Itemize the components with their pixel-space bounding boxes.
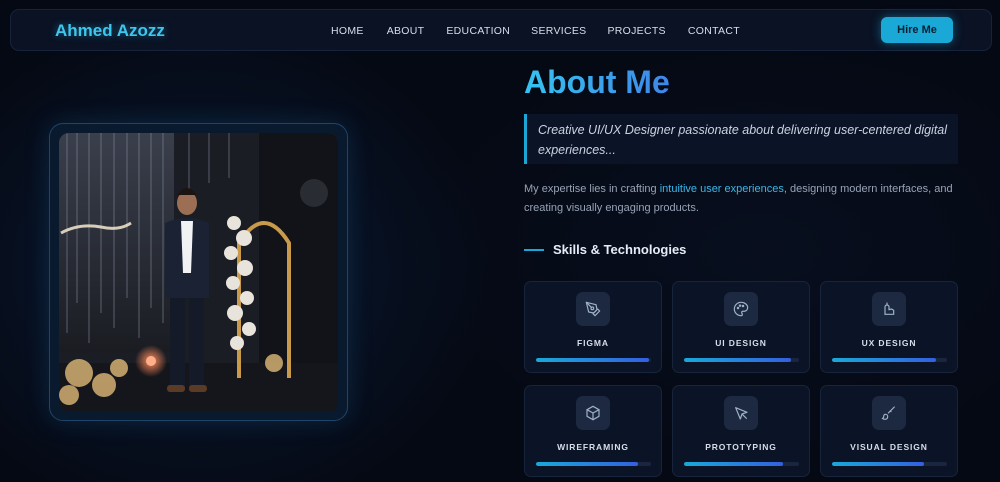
about-quote: Creative UI/UX Designer passionate about…: [524, 114, 958, 164]
skill-bar-fill: [832, 462, 924, 466]
skill-bar-fill: [684, 462, 783, 466]
hire-me-button[interactable]: Hire Me: [881, 17, 953, 43]
navbar: Ahmed Azozz HOME ABOUT EDUCATION SERVICE…: [10, 9, 992, 51]
cursor-pointer-icon: [724, 396, 758, 430]
skill-bar-track: [684, 358, 799, 362]
brush-icon: [872, 396, 906, 430]
palette-icon: [724, 292, 758, 326]
skill-label: UX DESIGN: [861, 338, 917, 348]
brand-logo[interactable]: Ahmed Azozz: [55, 21, 165, 41]
skill-bar-track: [536, 358, 651, 362]
skill-label: VISUAL DESIGN: [850, 442, 928, 452]
skills-heading: Skills & Technologies: [524, 242, 686, 257]
about-description-highlight: intuitive user experiences: [659, 183, 784, 195]
skills-heading-line: [524, 248, 544, 251]
user-experience-icon: [872, 292, 906, 326]
skills-heading-title: Skills & Technologies: [553, 242, 687, 257]
skill-bar-fill: [684, 358, 791, 362]
skill-label: WIREFRAMING: [557, 442, 629, 452]
skill-bar-track: [832, 358, 947, 362]
about-title: About Me: [524, 64, 670, 100]
skill-card-visual-design[interactable]: VISUAL DESIGN: [820, 385, 958, 477]
skill-label: UI DESIGN: [715, 338, 767, 348]
profile-photo: [59, 133, 338, 412]
skill-label: PROTOTYPING: [705, 442, 777, 452]
skill-bar-track: [536, 462, 651, 466]
skill-card-prototyping[interactable]: PROTOTYPING: [672, 385, 810, 477]
pen-tool-icon: [576, 292, 610, 326]
nav-education[interactable]: EDUCATION: [446, 25, 510, 37]
skill-card-wireframing[interactable]: WIREFRAMING: [524, 385, 662, 477]
nav-services[interactable]: SERVICES: [531, 25, 586, 37]
skill-bar-fill: [536, 462, 639, 466]
cube-icon: [576, 396, 610, 430]
nav-home[interactable]: HOME: [331, 25, 364, 37]
skill-label: FIGMA: [577, 338, 609, 348]
skill-bar-track: [684, 462, 799, 466]
about-description: My expertise lies in crafting intuitive …: [524, 180, 964, 217]
skill-card-figma[interactable]: FIGMA: [524, 281, 662, 373]
nav-about[interactable]: ABOUT: [387, 25, 425, 37]
nav-links: HOME ABOUT EDUCATION SERVICES PROJECTS C…: [331, 25, 740, 37]
profile-photo-illustration: [59, 133, 338, 412]
about-description-start: My expertise lies in crafting: [524, 183, 660, 195]
nav-projects[interactable]: PROJECTS: [607, 25, 665, 37]
skill-bar-fill: [832, 358, 936, 362]
skill-card-ui-design[interactable]: UI DESIGN: [672, 281, 810, 373]
skill-bar-track: [832, 462, 947, 466]
nav-contact[interactable]: CONTACT: [688, 25, 740, 37]
skill-bar-fill: [536, 358, 649, 362]
profile-photo-frame: [49, 123, 348, 421]
skill-card-ux-design[interactable]: UX DESIGN: [820, 281, 958, 373]
